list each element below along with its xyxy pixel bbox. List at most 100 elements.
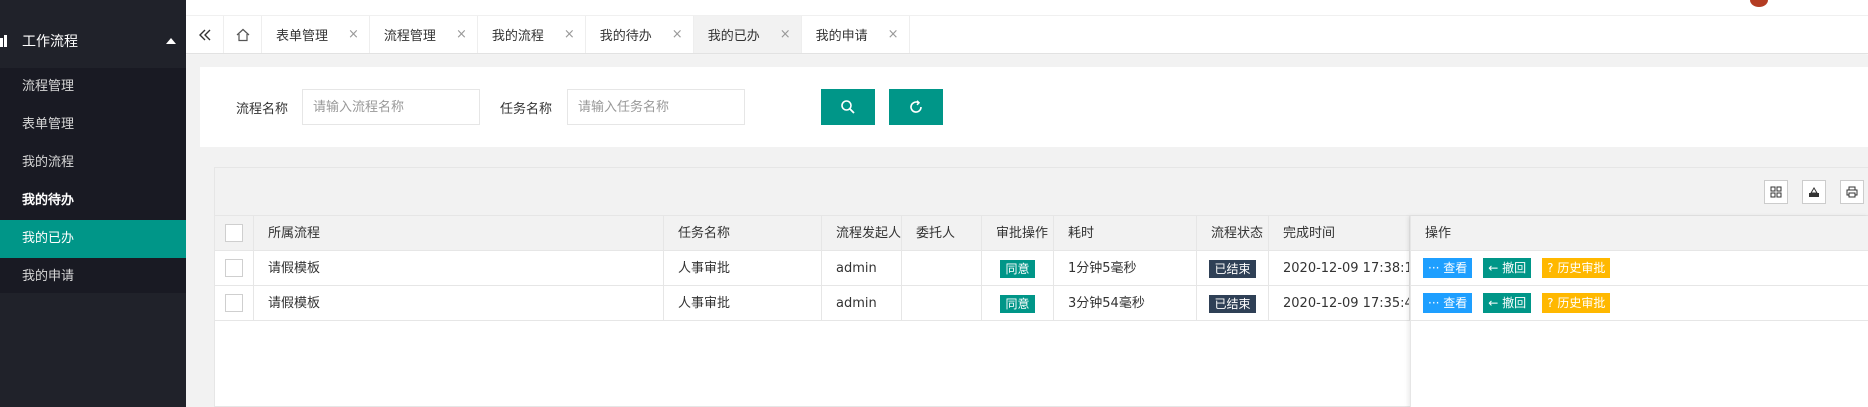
export-button[interactable] xyxy=(1802,180,1826,204)
ops-row: ··· 查看 ← 撤回 ? 历史审批 xyxy=(1411,286,1868,321)
row-checkbox[interactable] xyxy=(225,258,243,277)
close-icon[interactable]: × xyxy=(348,27,359,42)
tab-label: 我的已办 xyxy=(707,29,760,44)
column-header[interactable]: 完成时间 xyxy=(1269,216,1410,251)
print-icon xyxy=(1846,186,1858,198)
cell-duration: 1分钟5毫秒 xyxy=(1054,251,1197,286)
ops-header: 操作 xyxy=(1411,216,1868,251)
task-name-label: 任务名称 xyxy=(500,102,553,117)
status-badge: 已结束 xyxy=(1209,259,1256,278)
cell-initiator: admin xyxy=(822,251,902,286)
tab-process-manage[interactable]: 流程管理 × xyxy=(370,16,478,53)
caret-up-icon xyxy=(166,38,176,44)
ops-row: ··· 查看 ← 撤回 ? 历史审批 xyxy=(1411,251,1868,286)
avatar[interactable] xyxy=(1750,0,1768,7)
cell-status: 已结束 xyxy=(1197,286,1269,321)
close-icon[interactable]: × xyxy=(456,27,467,42)
revoke-button[interactable]: ← 撤回 xyxy=(1483,258,1532,278)
tab-label: 表单管理 xyxy=(276,29,329,44)
row-checkbox[interactable] xyxy=(225,293,243,312)
fixed-ops-column: 操作 ··· 查看 ← 撤回 ? 历史审批 ··· 查看 ← 撤回 ? 历史审批 xyxy=(1410,216,1868,407)
export-icon xyxy=(1809,187,1819,197)
table-toolbar xyxy=(215,168,1868,216)
column-header[interactable]: 所属流程 xyxy=(254,216,664,251)
column-header[interactable]: 委托人 xyxy=(902,216,982,251)
tab-my-process[interactable]: 我的流程 × xyxy=(478,16,586,53)
cell-task: 人事审批 xyxy=(664,251,822,286)
search-icon xyxy=(841,100,855,114)
row-select-cell xyxy=(215,251,254,286)
sidebar-item-my-todo[interactable]: 我的待办 xyxy=(0,182,186,220)
cell-status: 已结束 xyxy=(1197,251,1269,286)
process-name-input[interactable] xyxy=(302,89,480,125)
tab-label: 我的待办 xyxy=(599,29,652,44)
history-button[interactable]: ? 历史审批 xyxy=(1542,293,1611,313)
cell-duration: 3分钟54毫秒 xyxy=(1054,286,1197,321)
refresh-icon xyxy=(910,100,922,113)
status-badge: 已结束 xyxy=(1209,294,1256,313)
tab-my-done[interactable]: 我的已办 × xyxy=(693,16,802,53)
cell-task: 人事审批 xyxy=(664,286,822,321)
double-chevron-left-icon xyxy=(198,29,210,40)
sidebar-item-form-manage[interactable]: 表单管理 xyxy=(0,106,186,144)
tab-bar: 表单管理 × 流程管理 × 我的流程 × 我的待办 × 我的已办 × 我的申请 … xyxy=(186,16,1868,54)
column-header[interactable]: 审批操作 xyxy=(982,216,1054,251)
workflow-icon xyxy=(0,34,10,48)
sidebar-item-my-process[interactable]: 我的流程 xyxy=(0,144,186,182)
search-form: 流程名称 任务名称 xyxy=(200,67,1868,147)
approval-badge: 同意 xyxy=(1000,294,1035,313)
main-content: 流程名称 任务名称 xyxy=(186,55,1868,407)
close-icon[interactable]: × xyxy=(564,27,575,42)
sidebar: 工作流程 流程管理 表单管理 我的流程 我的待办 我的已办 我的申请 xyxy=(0,0,186,407)
sidebar-item-my-apply[interactable]: 我的申请 xyxy=(0,258,186,296)
sidebar-submenu: 流程管理 表单管理 我的流程 我的待办 我的已办 我的申请 xyxy=(0,68,186,293)
app-root: 工作流程 流程管理 表单管理 我的流程 我的待办 我的已办 我的申请 表单管理 … xyxy=(0,0,1868,407)
close-icon[interactable]: × xyxy=(780,27,791,42)
columns-icon xyxy=(1770,186,1782,198)
cell-finished-time: 2020-12-09 17:38:19 xyxy=(1269,251,1410,286)
tab-form-manage[interactable]: 表单管理 × xyxy=(262,16,370,53)
cell-finished-time: 2020-12-09 17:35:43 xyxy=(1269,286,1410,321)
column-header[interactable]: 任务名称 xyxy=(664,216,822,251)
home-tab[interactable] xyxy=(224,16,262,53)
sidebar-item-process-manage[interactable]: 流程管理 xyxy=(0,68,186,106)
tab-my-apply[interactable]: 我的申请 × xyxy=(802,16,910,53)
column-header[interactable]: 流程发起人 xyxy=(822,216,902,251)
column-header[interactable]: 流程状态 xyxy=(1197,216,1269,251)
tab-label: 流程管理 xyxy=(383,29,436,44)
tab-label: 我的申请 xyxy=(815,29,868,44)
cell-process: 请假模板 xyxy=(254,251,664,286)
cell-approval: 同意 xyxy=(982,251,1054,286)
cell-delegate xyxy=(902,286,982,321)
refresh-button[interactable] xyxy=(889,89,943,125)
history-button[interactable]: ? 历史审批 xyxy=(1542,258,1611,278)
cell-approval: 同意 xyxy=(982,286,1054,321)
select-all-cell xyxy=(215,216,254,251)
data-table: 所属流程 任务名称 流程发起人 委托人 审批操作 耗时 流程状态 完成时间 操作… xyxy=(214,167,1868,407)
close-icon[interactable]: × xyxy=(888,27,899,42)
view-button[interactable]: ··· 查看 xyxy=(1423,258,1473,278)
approval-badge: 同意 xyxy=(1000,259,1035,278)
row-select-cell xyxy=(215,286,254,321)
cell-initiator: admin xyxy=(822,286,902,321)
home-icon xyxy=(236,28,249,41)
print-button[interactable] xyxy=(1840,180,1864,204)
close-icon[interactable]: × xyxy=(672,27,683,42)
tab-my-todo[interactable]: 我的待办 × xyxy=(586,16,694,53)
revoke-button[interactable]: ← 撤回 xyxy=(1483,293,1532,313)
column-filter-button[interactable] xyxy=(1764,180,1788,204)
select-all-checkbox[interactable] xyxy=(225,223,243,242)
view-button[interactable]: ··· 查看 xyxy=(1423,293,1473,313)
sidebar-group-workflow[interactable]: 工作流程 xyxy=(0,14,186,68)
top-header xyxy=(186,0,1868,16)
task-name-input[interactable] xyxy=(567,89,745,125)
process-name-label: 流程名称 xyxy=(236,102,289,117)
cell-process: 请假模板 xyxy=(254,286,664,321)
sidebar-item-my-done[interactable]: 我的已办 xyxy=(0,220,186,258)
tab-label: 我的流程 xyxy=(491,29,544,44)
sidebar-group-label: 工作流程 xyxy=(22,34,78,50)
collapse-sidebar-button[interactable] xyxy=(186,16,224,53)
search-button[interactable] xyxy=(821,89,875,125)
cell-delegate xyxy=(902,251,982,286)
column-header[interactable]: 耗时 xyxy=(1054,216,1197,251)
